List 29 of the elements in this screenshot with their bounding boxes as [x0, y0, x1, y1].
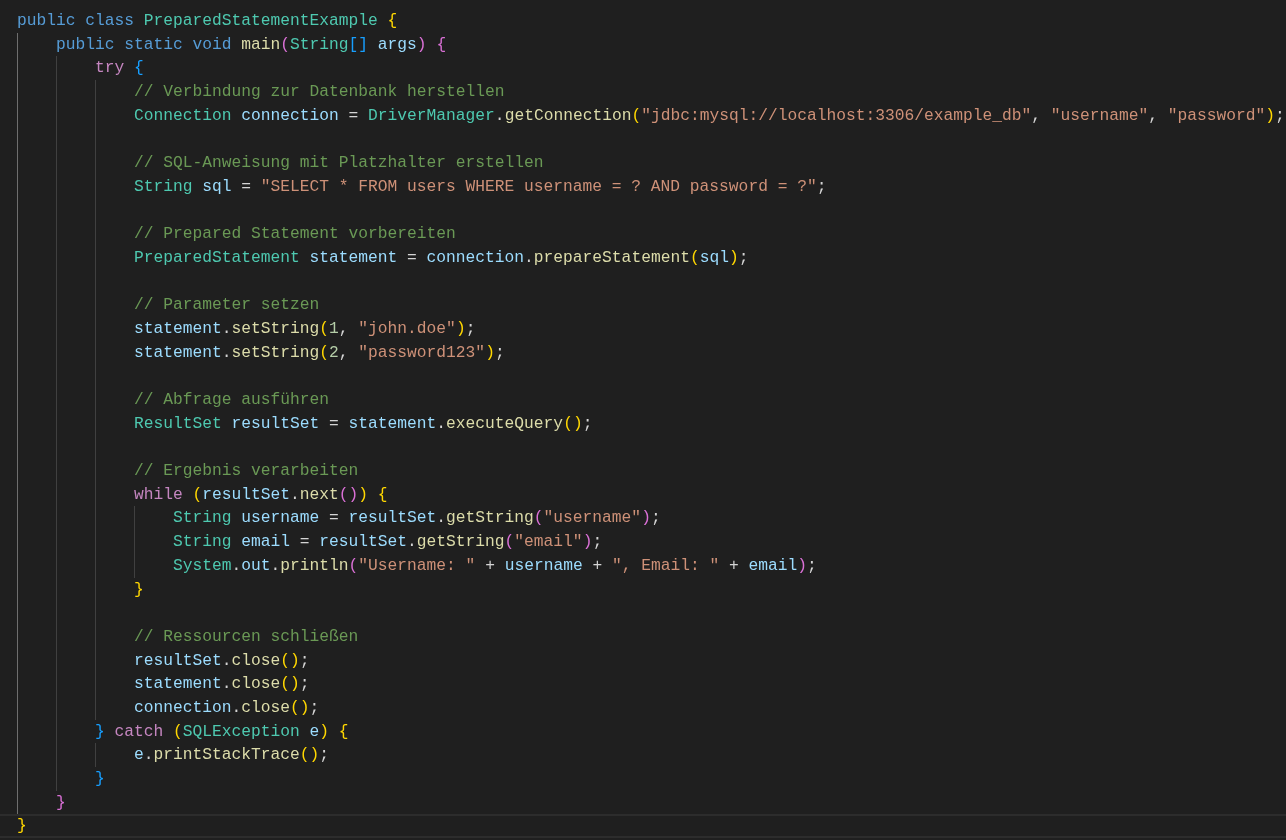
code-line: } [134, 578, 144, 601]
code-line: Connection connection = DriverManager.getConnection("jdbc:mysql://localhost:3306/example_db", "username", "password"); [134, 104, 1285, 127]
code-line: statement.setString(1, "john.doe"); [134, 317, 476, 340]
code-line: // Abfrage ausführen [134, 389, 330, 411]
code-line: // Verbindung zur Datenbank herstellen [134, 81, 505, 104]
code-line: statement.close(); [134, 673, 310, 696]
code-line: PreparedStatement statement = connection.prepareStatement(sql); [134, 246, 749, 269]
code-line: String sql = "SELECT * FROM users WHERE username = ? AND password = ?"; [134, 175, 827, 198]
code-line: } catch (SQLException e) { [95, 720, 349, 743]
code-line: // Ergebnis verarbeiten [134, 460, 359, 483]
code-line: } [56, 791, 66, 814]
code-line: connection.close(); [134, 696, 320, 719]
code-line: while (resultSet.next()) { [134, 483, 388, 506]
code-line: ResultSet resultSet = statement.executeQuery(); [134, 412, 593, 435]
code-line: String username = resultSet.getString("username"); [173, 507, 661, 530]
code-line: statement.setString(2, "password123"); [134, 341, 505, 364]
code-line: } [95, 768, 105, 790]
code-line: public class PreparedStatementExample { [17, 10, 398, 32]
code-line: try { [95, 57, 144, 80]
code-line: System.out.println("Username: " + username + ", Email: " + email); [173, 554, 817, 577]
code-line: String email = resultSet.getString("email"); [173, 531, 603, 554]
code-line: } [17, 816, 27, 837]
code-line: resultSet.close(); [134, 649, 310, 672]
code-line: // Ressourcen schließen [134, 625, 359, 648]
code-line: // Prepared Statement vorbereiten [134, 223, 456, 246]
code-line: public static void main(String[] args) { [56, 33, 447, 56]
code-line: // Parameter setzen [134, 294, 320, 317]
code-line: // SQL-Anweisung mit Platzhalter erstellen [134, 152, 544, 175]
code-line: e.printStackTrace(); [134, 744, 330, 767]
